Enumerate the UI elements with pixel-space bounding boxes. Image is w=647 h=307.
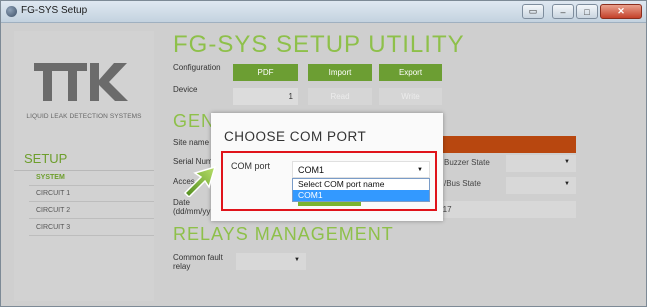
close-icon: ✕ — [617, 6, 625, 16]
bus-state-select[interactable]: ▼ — [506, 177, 576, 194]
export-button[interactable]: Export — [379, 64, 442, 81]
logo-tagline: LIQUID LEAK DETECTION SYSTEMS — [26, 113, 142, 120]
sidebar-item-system[interactable]: SYSTEM — [36, 174, 65, 181]
page-title: FG-SYS SETUP UTILITY — [173, 31, 465, 58]
nav-separator — [29, 235, 154, 236]
minimize-icon: – — [560, 6, 566, 17]
ttk-logo — [34, 63, 128, 101]
title-bar: FG-SYS Setup ▭ – □ ✕ — [1, 1, 646, 23]
chevron-down-icon: ▼ — [294, 257, 300, 263]
relay-label: relay — [173, 262, 191, 271]
nav-separator — [29, 185, 154, 186]
chevron-down-icon: ▼ — [564, 159, 570, 165]
com-port-label: COM port — [231, 161, 271, 171]
common-fault-relay-select[interactable]: ▼ — [236, 253, 306, 270]
read-button[interactable]: Read — [308, 88, 372, 105]
com-port-dropdown-list: Select COM port name COM1 — [292, 178, 430, 202]
sidebar-item-circuit-3[interactable]: CIRCUIT 3 — [36, 224, 70, 231]
write-button[interactable]: Write — [379, 88, 442, 105]
device-field[interactable]: 1 — [233, 88, 298, 105]
nav-separator — [29, 201, 154, 202]
close-button[interactable]: ✕ — [600, 4, 642, 19]
dropdown-option[interactable]: Select COM port name — [293, 179, 429, 190]
app-window: FG-SYS Setup ▭ – □ ✕ LIQUID LEAK DETECTI… — [0, 0, 647, 307]
chevron-down-icon: ▼ — [564, 181, 570, 187]
dialog-title: CHOOSE COM PORT — [224, 129, 367, 144]
maximize-icon: □ — [584, 6, 590, 17]
sidebar-item-circuit-1[interactable]: CIRCUIT 1 — [36, 190, 70, 197]
arrow-pointer-icon — [183, 165, 217, 197]
site-name-field[interactable] — [436, 136, 576, 153]
com-port-selected-value: COM1 — [298, 165, 325, 175]
progress-accent — [298, 202, 361, 206]
pdf-button[interactable]: PDF — [233, 64, 298, 81]
nav-separator — [29, 218, 154, 219]
configuration-label: Configuration — [173, 63, 221, 72]
buzzer-state-label: Buzzer State — [444, 158, 490, 167]
date-format-label: (dd/mm/yy — [173, 207, 211, 216]
buzzer-state-select[interactable]: ▼ — [506, 155, 576, 172]
setup-heading: SETUP — [24, 151, 68, 166]
restore-icon[interactable]: ▭ — [522, 4, 544, 19]
time-field[interactable]: 6:17 — [436, 201, 576, 218]
minimize-button[interactable]: – — [552, 4, 574, 19]
sidebar: LIQUID LEAK DETECTION SYSTEMS SETUP SYST… — [14, 31, 154, 301]
import-button[interactable]: Import — [308, 64, 372, 81]
dropdown-option-selected[interactable]: COM1 — [293, 190, 429, 201]
nav-divider — [14, 170, 154, 171]
relays-section-title: RELAYS MANAGEMENT — [173, 224, 394, 244]
com-port-select[interactable]: COM1 ▼ — [292, 161, 430, 178]
com-port-dialog: CHOOSE COM PORT COM port COM1 ▼ Select C… — [211, 113, 443, 221]
site-name-label: Site name — [173, 138, 210, 147]
bus-state-label: /Bus State — [444, 179, 481, 188]
maximize-button[interactable]: □ — [576, 4, 598, 19]
sidebar-item-circuit-2[interactable]: CIRCUIT 2 — [36, 207, 70, 214]
device-label: Device — [173, 85, 198, 94]
window-controls: ▭ – □ ✕ — [522, 4, 642, 20]
chevron-down-icon: ▼ — [417, 167, 423, 173]
app-icon — [6, 6, 17, 17]
window-title: FG-SYS Setup — [21, 5, 88, 16]
